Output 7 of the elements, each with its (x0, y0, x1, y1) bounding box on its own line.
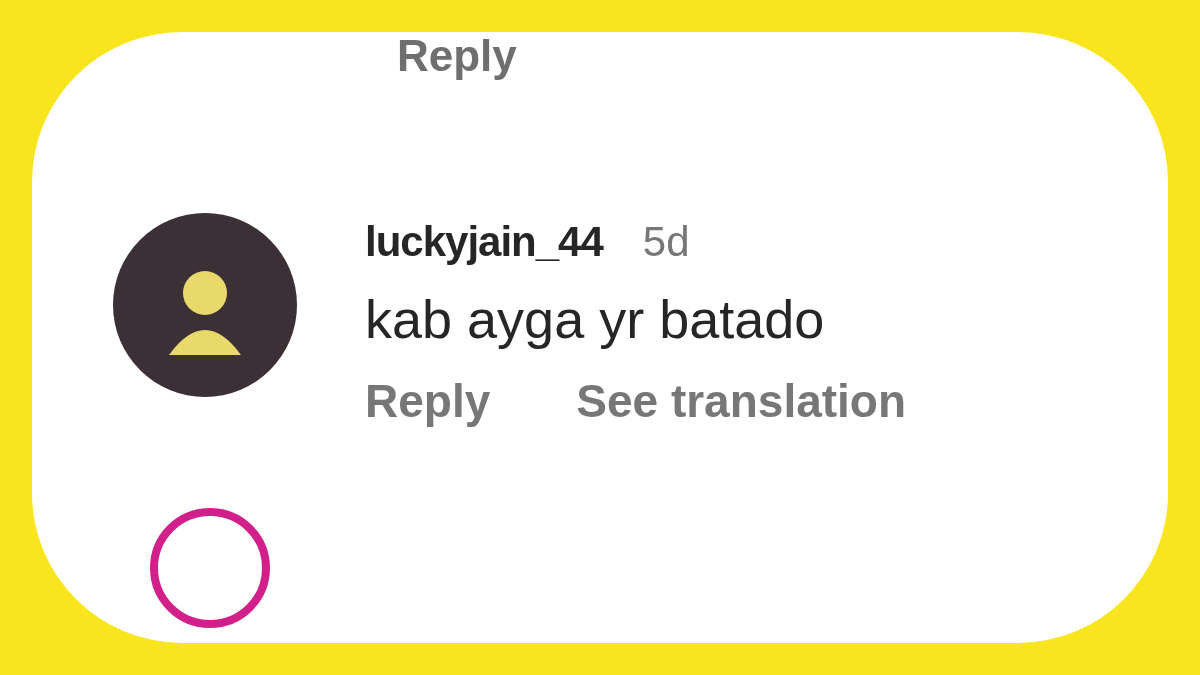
avatar-ring[interactable] (150, 508, 270, 628)
username[interactable]: luckyjain_44 (365, 218, 603, 266)
comment-text: kab ayga yr batado (365, 288, 826, 350)
comment-time: 5d (642, 218, 690, 266)
translation-button[interactable]: See translation (576, 374, 907, 428)
reply-link[interactable]: Reply (397, 34, 517, 78)
reply-button[interactable]: Reply (365, 374, 491, 428)
